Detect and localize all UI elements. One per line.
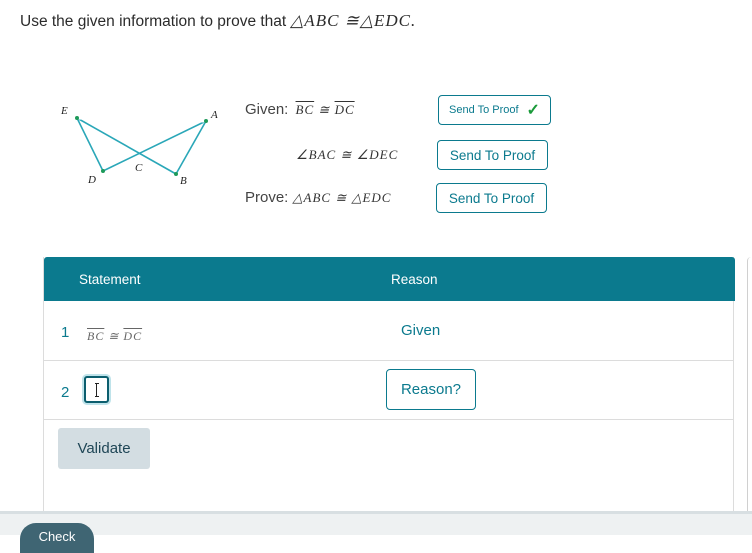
- row-reason: Given: [401, 322, 441, 339]
- validate-button[interactable]: Validate: [58, 428, 150, 469]
- header-reason: Reason: [391, 272, 438, 287]
- point-a-dot: [204, 119, 208, 123]
- reason-button[interactable]: Reason?: [386, 369, 476, 410]
- prove-statement: Prove: △ABC ≅ △EDC: [245, 189, 391, 206]
- prove-math: △ABC ≅ △EDC: [292, 190, 392, 205]
- table-header: Statement Reason: [44, 257, 735, 301]
- send-to-proof-button-1[interactable]: Send To Proof ✓: [438, 95, 551, 125]
- table-row: 1 BC ≅ DC Given: [44, 301, 733, 361]
- triangle-figure: E A C D B: [60, 105, 218, 187]
- given-label: Given:: [245, 101, 289, 118]
- segment-eb: [76, 117, 177, 175]
- given-statement-1: Given: BC ≅ DC: [245, 101, 355, 118]
- prove-label: Prove:: [245, 189, 289, 206]
- point-e-dot: [75, 116, 79, 120]
- bottom-bar: Check: [0, 511, 752, 553]
- table-row: 2 Reason?: [44, 361, 733, 420]
- segment-ad: [102, 120, 207, 172]
- label-b: B: [180, 175, 187, 187]
- label-d: D: [87, 174, 96, 186]
- given-statement-2: ∠BAC ≅ ∠DEC: [296, 147, 399, 162]
- statement-input[interactable]: [84, 376, 109, 403]
- check-button[interactable]: Check: [20, 523, 94, 553]
- given-seg1: BC: [295, 102, 315, 117]
- send-to-proof-button-2[interactable]: Send To Proof: [437, 140, 548, 170]
- text-cursor-icon: [95, 383, 99, 397]
- label-a: A: [210, 109, 218, 121]
- label-c: C: [135, 162, 143, 174]
- send-to-proof-button-3[interactable]: Send To Proof: [436, 183, 547, 213]
- header-statement: Statement: [79, 272, 141, 287]
- prompt-math: △ABC ≅△EDC.: [290, 11, 417, 30]
- problem-prompt: Use the given information to prove that △…: [20, 11, 416, 31]
- panel-edge: [747, 257, 752, 511]
- prompt-text: Use the given information to prove that: [20, 13, 287, 30]
- point-d-dot: [101, 169, 105, 173]
- row-number: 1: [61, 324, 70, 341]
- label-e: E: [60, 105, 68, 117]
- checkmark-icon: ✓: [526, 102, 540, 119]
- given-seg2: DC: [334, 102, 355, 117]
- proof-table: Statement Reason 1 BC ≅ DC Given 2 Reaso…: [43, 257, 735, 517]
- row-number: 2: [61, 384, 70, 401]
- point-b-dot: [174, 172, 178, 176]
- row-statement: BC ≅ DC: [87, 329, 143, 343]
